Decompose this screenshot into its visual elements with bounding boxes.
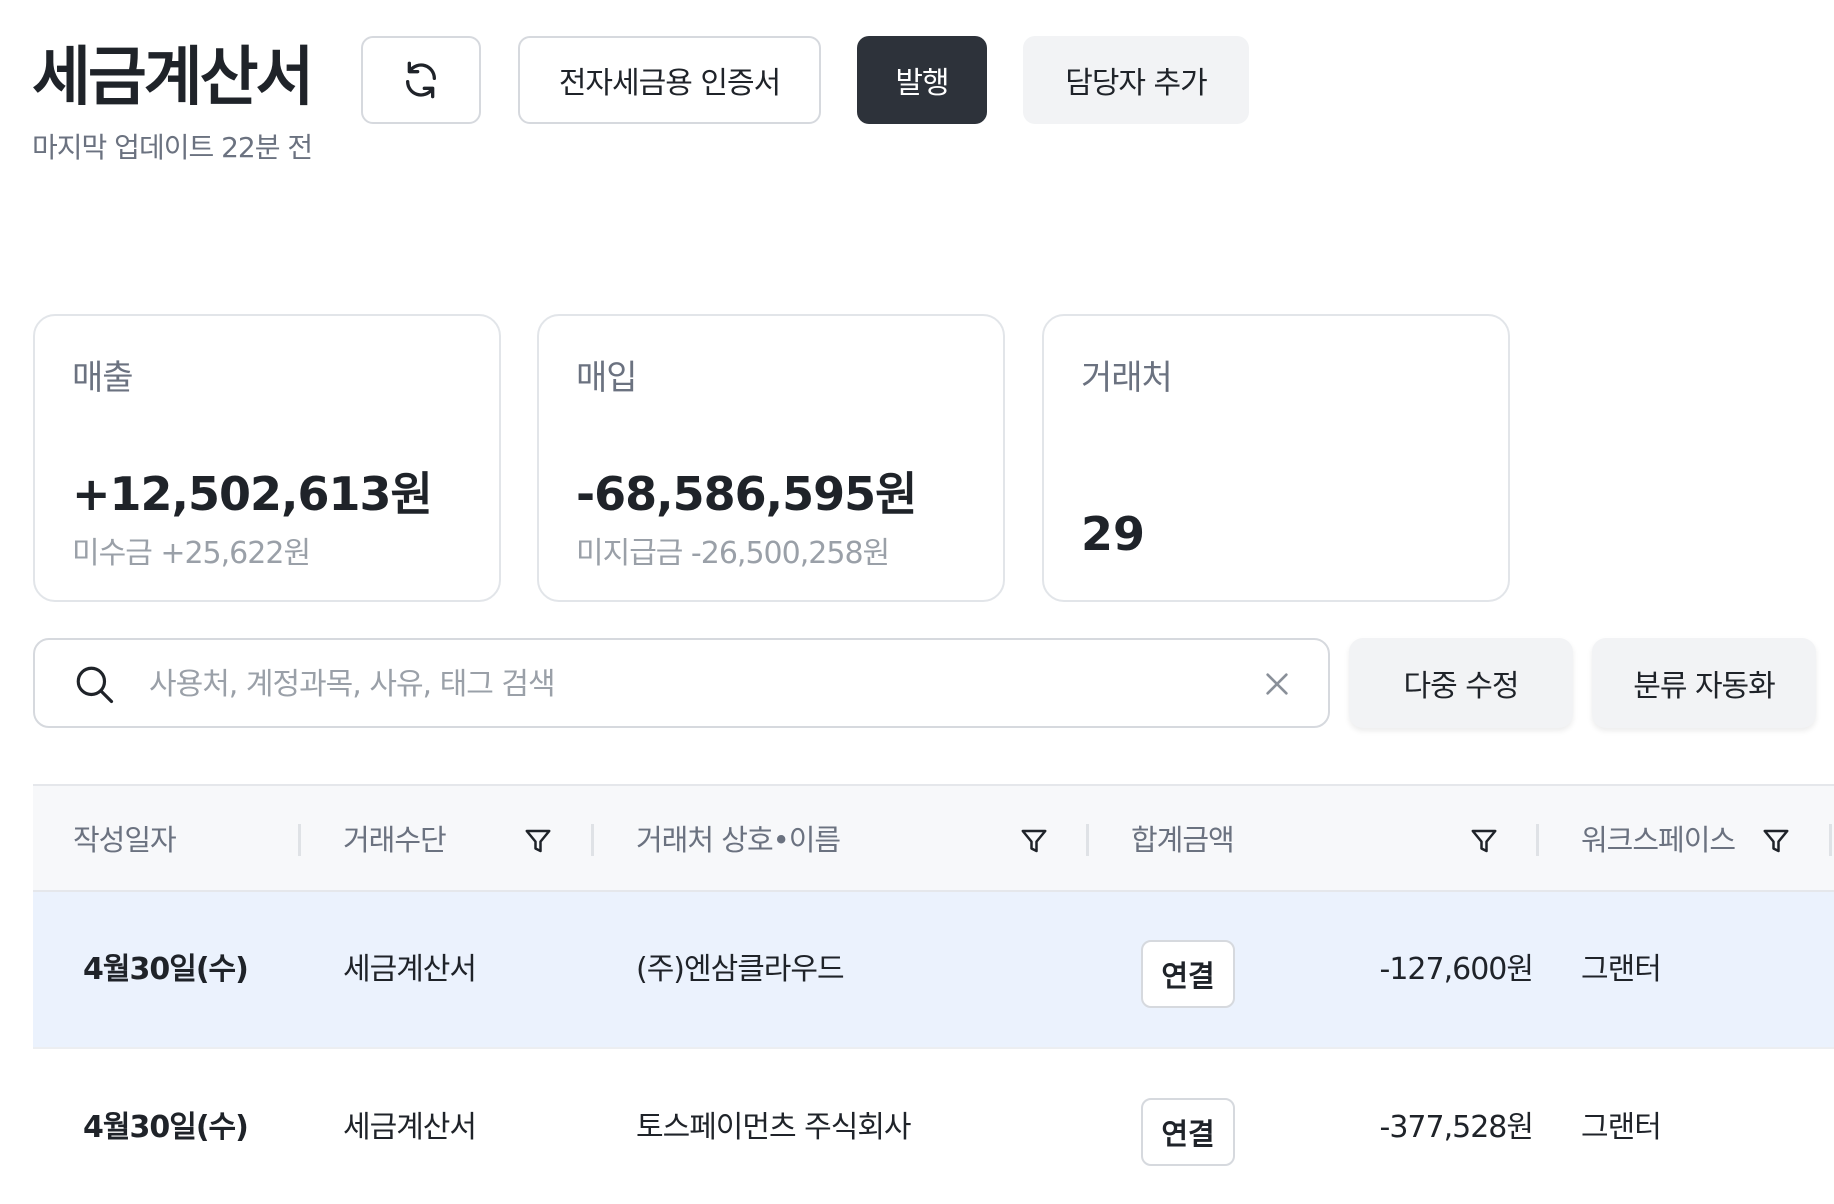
column-header-method[interactable]: 거래수단: [343, 822, 447, 858]
cell-method: 세금계산서: [343, 952, 477, 987]
certificate-button[interactable]: 전자세금용 인증서: [518, 36, 821, 124]
sales-value: +12,502,613원: [72, 467, 433, 521]
tax-invoice-page: 세금계산서 마지막 업데이트 22분 전 전자세금용 인증서 발행 담당자 추가…: [0, 0, 1834, 1204]
auto-classify-button[interactable]: 분류 자동화: [1592, 638, 1816, 728]
column-resizer[interactable]: [1536, 824, 1539, 856]
sales-card[interactable]: 매출 +12,502,613원 미수금 +25,622원: [33, 314, 501, 602]
cell-vendor: 토스페이먼츠 주식회사: [636, 1110, 912, 1145]
purchase-card[interactable]: 매입 -68,586,595원 미지급금 -26,500,258원: [537, 314, 1005, 602]
multi-edit-button[interactable]: 다중 수정: [1349, 638, 1573, 728]
search-icon: [76, 666, 114, 704]
column-header-amount[interactable]: 합계금액: [1131, 822, 1235, 858]
search-input[interactable]: [149, 654, 1149, 714]
cell-workspace: 그랜터: [1581, 952, 1662, 987]
filter-icon[interactable]: [523, 826, 553, 856]
column-header-vendor[interactable]: 거래처 상호•이름: [636, 822, 841, 858]
add-manager-button[interactable]: 담당자 추가: [1023, 36, 1249, 124]
sales-label: 매출: [72, 358, 134, 398]
purchase-value: -68,586,595원: [576, 467, 917, 521]
purchase-label: 매입: [576, 358, 638, 398]
payable-value: 미지급금 -26,500,258원: [576, 536, 890, 571]
receivable-value: 미수금 +25,622원: [72, 536, 311, 571]
cell-date: 4월30일(수): [83, 1110, 249, 1145]
cell-method: 세금계산서: [343, 1110, 477, 1145]
column-resizer[interactable]: [1829, 824, 1832, 856]
table-row[interactable]: 4월30일(수) 세금계산서 (주)엔삼클라우드 연결 -127,600원 그랜…: [33, 892, 1834, 1049]
column-header-workspace[interactable]: 워크스페이스: [1581, 822, 1736, 858]
column-resizer[interactable]: [1086, 824, 1089, 856]
table-header: 작성일자 거래수단 거래처 상호•이름 합계금액 워크스페이스: [33, 784, 1834, 892]
cell-vendor: (주)엔삼클라우드: [636, 952, 845, 987]
filter-icon[interactable]: [1469, 826, 1499, 856]
last-updated-text: 마지막 업데이트 22분 전: [32, 131, 313, 164]
column-resizer[interactable]: [591, 824, 594, 856]
clients-count: 29: [1081, 507, 1146, 561]
refresh-button[interactable]: [361, 36, 481, 124]
cell-amount: -127,600원: [1379, 952, 1534, 987]
filter-icon[interactable]: [1019, 826, 1049, 856]
cell-date: 4월30일(수): [83, 952, 249, 987]
filter-icon[interactable]: [1761, 826, 1791, 856]
clients-label: 거래처: [1081, 358, 1173, 398]
clients-card[interactable]: 거래처 29: [1042, 314, 1510, 602]
page-title: 세금계산서: [32, 41, 314, 115]
table-row[interactable]: 4월30일(수) 세금계산서 토스페이먼츠 주식회사 연결 -377,528원 …: [33, 1050, 1834, 1204]
issue-button[interactable]: 발행: [857, 36, 987, 124]
link-button[interactable]: 연결: [1141, 940, 1235, 1008]
close-icon[interactable]: [1261, 668, 1293, 700]
cell-workspace: 그랜터: [1581, 1110, 1662, 1145]
refresh-icon: [406, 61, 436, 99]
link-button[interactable]: 연결: [1141, 1098, 1235, 1166]
column-header-date[interactable]: 작성일자: [73, 822, 177, 858]
cell-amount: -377,528원: [1379, 1110, 1534, 1145]
search-box[interactable]: [33, 638, 1330, 728]
column-resizer[interactable]: [298, 824, 301, 856]
